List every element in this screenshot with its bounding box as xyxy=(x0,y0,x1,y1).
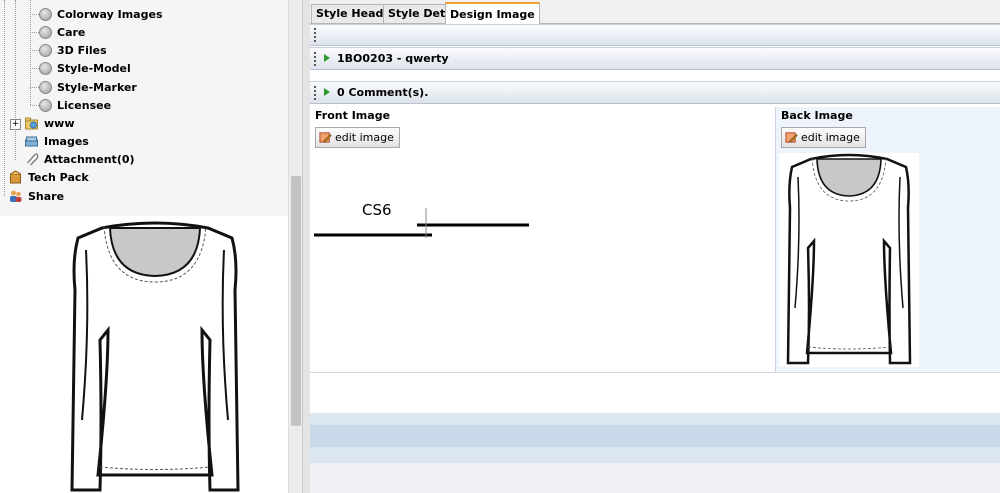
node-ball-icon xyxy=(39,98,52,112)
tree-item-licensee[interactable]: Licensee xyxy=(39,96,111,114)
expand-arrow-icon[interactable] xyxy=(324,54,330,62)
scrollbar-thumb[interactable] xyxy=(291,176,301,426)
node-ball-icon xyxy=(39,61,52,75)
tree-connector xyxy=(30,14,39,15)
tree-connector xyxy=(30,105,39,106)
tree-connector xyxy=(30,68,39,69)
users-icon xyxy=(10,190,22,202)
tab-design-image[interactable]: Design Image xyxy=(445,2,540,25)
bottom-area xyxy=(310,463,1000,493)
node-ball-icon xyxy=(39,25,52,39)
style-code-label: 1BO0203 - qwerty xyxy=(337,52,449,65)
tree-item-label: Licensee xyxy=(57,98,112,112)
edit-image-label: edit image xyxy=(335,131,394,144)
front-image-label: Front Image xyxy=(315,109,391,122)
tree-item-label: Care xyxy=(57,25,86,39)
edit-image-icon xyxy=(785,132,798,143)
tree-item-label: Style-Model xyxy=(57,61,131,75)
front-sketch-lines xyxy=(314,208,529,238)
style-section-bar[interactable]: 1BO0203 - qwerty xyxy=(310,47,1000,70)
design-image-panel: Style Header Style Detail Design Image 1… xyxy=(310,0,1000,493)
globe-folder-icon xyxy=(25,117,38,130)
tree-connector xyxy=(15,0,16,160)
grip-handle-icon[interactable] xyxy=(314,28,318,42)
tree-connector xyxy=(30,50,39,51)
comments-count-label: 0 Comment(s). xyxy=(337,86,429,99)
section-divider xyxy=(310,372,1000,373)
toolbar-strip xyxy=(310,24,1000,46)
back-image-frame xyxy=(779,153,919,367)
tree-item-label: Colorway Images xyxy=(57,7,163,21)
edit-image-label: edit image xyxy=(801,131,860,144)
back-garment-image xyxy=(786,153,912,365)
footer-band xyxy=(310,425,1000,447)
back-edit-image-button[interactable]: edit image xyxy=(781,127,866,148)
garment-preview-image xyxy=(70,221,240,492)
tree-item-style-model[interactable]: Style-Model xyxy=(39,59,131,77)
tree-item-label: Tech Pack xyxy=(28,170,89,184)
tree-item-share[interactable]: Share xyxy=(8,187,64,205)
grip-handle-icon[interactable] xyxy=(314,52,318,66)
node-ball-icon xyxy=(39,43,52,57)
edit-image-icon xyxy=(319,132,332,143)
tab-label: Design Image xyxy=(450,8,535,21)
tree-item-care[interactable]: Care xyxy=(39,23,85,41)
tree-item-style-marker[interactable]: Style-Marker xyxy=(39,78,137,96)
paperclip-icon xyxy=(27,153,39,166)
tree-item-3d-files[interactable]: 3D Files xyxy=(39,41,107,59)
back-image-label: Back Image xyxy=(781,109,853,122)
comments-section-bar[interactable]: 0 Comment(s). xyxy=(310,81,1000,104)
tree-item-label: www xyxy=(44,116,75,130)
tree-view: Colorway Images Care 3D Files Style-Mode… xyxy=(0,0,288,216)
tree-item-label: Share xyxy=(28,189,65,203)
tree-item-www[interactable]: www xyxy=(24,114,75,132)
tree-item-colorway-images[interactable]: Colorway Images xyxy=(39,5,163,23)
left-panel: Colorway Images Care 3D Files Style-Mode… xyxy=(0,0,303,493)
front-edit-image-button[interactable]: edit image xyxy=(315,127,400,148)
tree-item-label: 3D Files xyxy=(57,43,107,57)
tree-connector xyxy=(30,87,39,88)
package-icon xyxy=(10,170,21,184)
expand-toggle-icon[interactable]: + xyxy=(10,119,21,130)
expand-arrow-icon[interactable] xyxy=(324,88,330,96)
left-scrollbar[interactable] xyxy=(288,0,303,493)
tree-item-tech-pack[interactable]: Tech Pack xyxy=(8,168,89,186)
tree-connector xyxy=(30,0,31,105)
tree-connector xyxy=(4,0,5,196)
footer-band xyxy=(310,413,1000,425)
tab-bar: Style Header Style Detail Design Image xyxy=(310,0,1000,25)
tree-item-attachment[interactable]: Attachment(0) xyxy=(24,150,135,168)
node-ball-icon xyxy=(39,80,52,94)
tree-item-label: Images xyxy=(44,134,89,148)
tree-item-label: Style-Marker xyxy=(57,80,137,94)
node-ball-icon xyxy=(39,7,52,21)
images-stack-icon xyxy=(25,136,38,147)
tree-item-images[interactable]: Images xyxy=(24,132,89,150)
tree-connector xyxy=(30,32,39,33)
footer-band xyxy=(310,447,1000,463)
tree-item-label: Attachment(0) xyxy=(44,152,135,166)
grip-handle-icon[interactable] xyxy=(314,86,318,100)
